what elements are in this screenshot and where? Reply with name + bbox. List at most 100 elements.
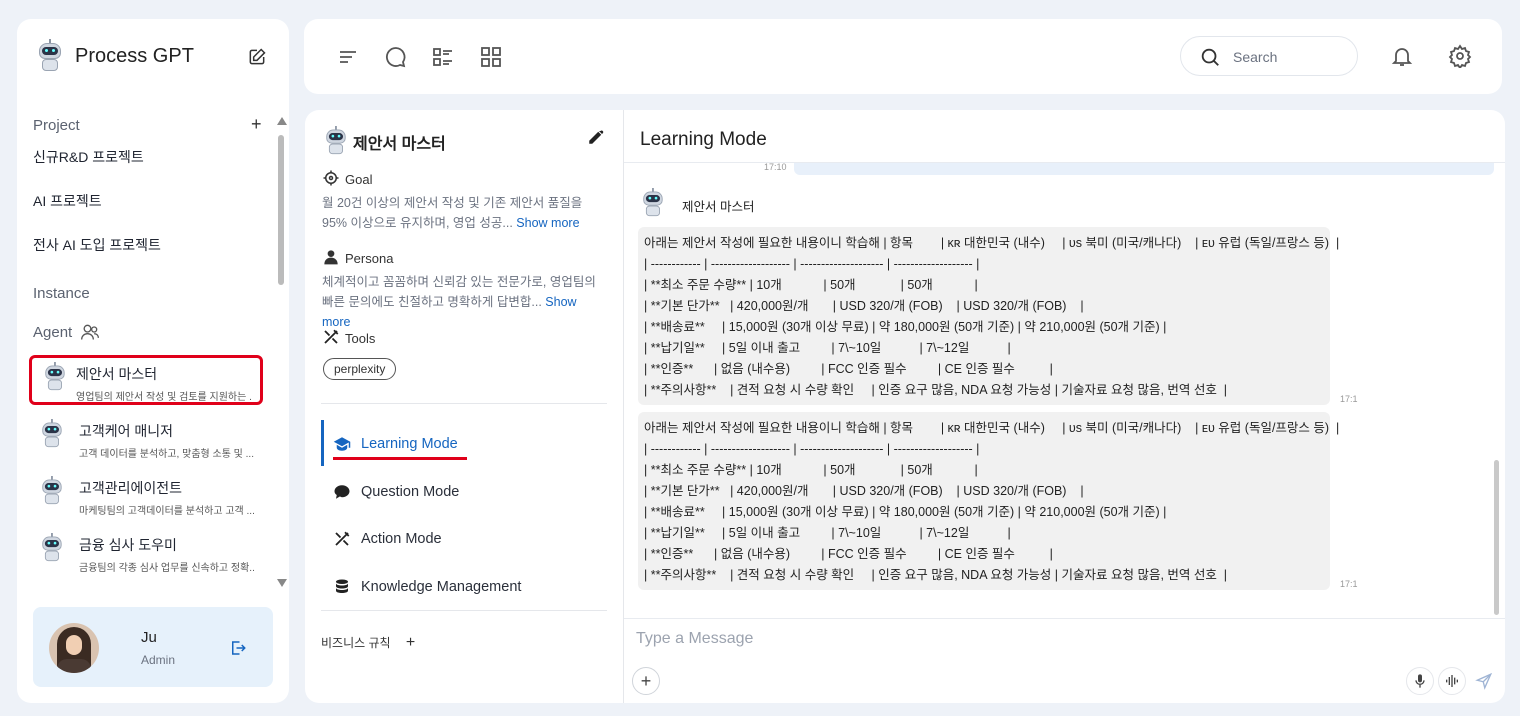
question-mode-label: Question Mode xyxy=(361,484,460,500)
goal-show-more-link[interactable]: Show more xyxy=(516,216,579,230)
microphone-button[interactable] xyxy=(1406,667,1434,695)
send-button[interactable] xyxy=(1470,667,1498,695)
robot-avatar-icon xyxy=(37,533,67,563)
agent-name: 고객관리에이전트 xyxy=(79,480,183,496)
agent-item[interactable]: 고객관리에이전트마케팅팀의 고객데이터를 분석하고 고객 ... xyxy=(29,472,263,522)
robot-avatar-icon xyxy=(40,362,65,392)
bell-icon[interactable] xyxy=(1390,44,1414,68)
sidebar-scrollbar-thumb[interactable] xyxy=(278,135,284,285)
message-input[interactable]: Type a Message xyxy=(636,630,753,648)
app-title: Process GPT xyxy=(75,44,194,67)
message-line: | **배송료** | 15,000원 (30개 이상 무료) | 약 180,… xyxy=(644,320,1167,334)
agent-desc: 마케팅팀의 고객데이터를 분석하고 고객 ... xyxy=(79,506,255,517)
attach-plus-button[interactable]: + xyxy=(632,667,660,695)
sender-name: 제안서 마스터 xyxy=(682,199,755,214)
agent-item[interactable]: 고객케어 매니저고객 데이터를 분석하고, 맞춤형 소통 및 ... xyxy=(29,415,263,465)
scroll-down-arrow-icon[interactable] xyxy=(277,579,287,587)
business-rules-label: 비즈니스 규칙 xyxy=(321,636,391,650)
menu-lines-icon[interactable] xyxy=(336,45,360,69)
red-annotation-underline xyxy=(333,457,467,460)
agent-desc: 고객 데이터를 분석하고, 맞춤형 소통 및 ... xyxy=(79,449,254,460)
agent-item-selected[interactable]: 제안서 마스터영업팀의 제안서 작성 및 검토를 지원하는 ... xyxy=(29,355,263,405)
chat-bubble-icon[interactable] xyxy=(384,45,408,69)
chat-scrollbar-thumb[interactable] xyxy=(1494,460,1499,615)
persona-label: Persona xyxy=(345,251,394,266)
sidebar: Process GPT Project + 신규R&D 프로젝트 AI 프로젝트… xyxy=(17,19,289,703)
list-view-icon[interactable] xyxy=(431,45,455,69)
microphone-icon xyxy=(1415,674,1425,688)
chat-message-bubble: 아래는 제안서 작성에 필요한 내용이니 학습해 | 항목 | ᴋʀ 대한민국 … xyxy=(638,227,1340,405)
message-line: | **주의사항** | 견적 요청 시 수량 확인 | 인증 요구 많음, N… xyxy=(644,383,1228,397)
persona-text: 체계적이고 꼼꼼하며 신뢰감 있는 전문가로, 영업팀의 빠른 문의에도 친절하… xyxy=(322,275,596,329)
learning-mode-label: Learning Mode xyxy=(361,436,458,452)
knowledge-management-label: Knowledge Management xyxy=(361,579,522,595)
divider xyxy=(321,403,607,404)
persona-person-icon xyxy=(324,250,338,265)
gear-icon[interactable] xyxy=(1448,44,1472,68)
top-toolbar: Search xyxy=(304,19,1502,94)
tools-icon xyxy=(335,531,350,546)
grid-view-icon[interactable] xyxy=(479,45,503,69)
message-time: 17:1 xyxy=(1340,394,1358,404)
robot-avatar-icon xyxy=(321,126,351,156)
app-logo[interactable]: Process GPT xyxy=(33,39,194,73)
agent-item[interactable]: 금융 심사 도우미 금융팀의 각종 심사 업무를 신속하고 정확... xyxy=(29,529,263,579)
tools-label: Tools xyxy=(345,331,376,346)
prev-message-bubble xyxy=(794,163,1494,175)
add-rule-plus-icon[interactable]: + xyxy=(406,634,415,651)
agent-title: 제안서 마스터 xyxy=(353,136,446,153)
message-sender: 제안서 마스터 xyxy=(638,188,754,222)
project-item[interactable]: 신규R&D 프로젝트 xyxy=(33,147,144,167)
message-line: | **최소 주문 수량** | 10개 | 50개 | 50개 | xyxy=(644,463,978,477)
goal-text: 월 20건 이상의 제안서 작성 및 기존 제안서 품질을 95% 이상으로 유… xyxy=(322,196,583,230)
tab-action-mode[interactable]: Action Mode xyxy=(333,530,442,548)
user-role: Admin xyxy=(141,653,176,667)
search-placeholder: Search xyxy=(1233,49,1278,65)
divider xyxy=(624,618,1505,619)
tool-chip[interactable]: perplexity xyxy=(323,358,397,380)
speech-bubble-icon xyxy=(334,485,350,499)
plus-icon: + xyxy=(640,670,652,691)
robot-avatar-icon xyxy=(638,188,668,218)
action-mode-label: Action Mode xyxy=(361,531,442,547)
project-item[interactable]: 전사 AI 도입 프로젝트 xyxy=(33,235,161,255)
logout-icon[interactable] xyxy=(229,639,247,657)
scroll-up-arrow-icon[interactable] xyxy=(277,117,287,125)
tools-wrench-icon xyxy=(324,329,339,344)
search-input[interactable]: Search xyxy=(1180,36,1358,76)
user-profile-card: Ju Admin xyxy=(33,607,273,687)
users-icon[interactable] xyxy=(80,322,100,342)
tab-learning-mode[interactable]: Learning Mode xyxy=(333,435,458,453)
agent-name: 제안서 마스터 xyxy=(76,366,158,382)
tab-knowledge-management[interactable]: Knowledge Management xyxy=(333,578,521,596)
voice-waveform-button[interactable] xyxy=(1438,667,1466,695)
message-line: | **배송료** | 15,000원 (30개 이상 무료) | 약 180,… xyxy=(644,505,1167,519)
message-line: | **인증** | 없음 (내수용) | FCC 인증 필수 | CE 인증 … xyxy=(644,362,1053,376)
message-line: 아래는 제안서 작성에 필요한 내용이니 학습해 | 항목 | ᴋʀ 대한민국 … xyxy=(644,421,1340,435)
tab-question-mode[interactable]: Question Mode xyxy=(333,483,459,501)
search-icon xyxy=(1201,48,1219,66)
add-project-plus-icon[interactable]: + xyxy=(251,114,262,135)
project-item[interactable]: AI 프로젝트 xyxy=(33,191,102,211)
new-chat-edit-icon[interactable] xyxy=(247,47,267,67)
message-line: | **납기일** | 5일 이내 출고 | 7\~10일 | 7\~12일 | xyxy=(644,341,1011,355)
message-line: | ------------ | ------------------- | -… xyxy=(644,257,980,271)
send-paper-plane-icon xyxy=(1475,672,1493,690)
message-line: | **기본 단가** | 420,000원/개 | USD 320/개 (FO… xyxy=(644,299,1084,313)
user-avatar[interactable] xyxy=(49,623,99,673)
agent-name: 고객케어 매니저 xyxy=(79,423,174,439)
instance-section-label[interactable]: Instance xyxy=(33,285,90,302)
robot-avatar-icon xyxy=(37,419,67,449)
message-time: 17:1 xyxy=(1340,579,1358,589)
graduation-cap-icon xyxy=(333,437,351,451)
chat-message-bubble: 아래는 제안서 작성에 필요한 내용이니 학습해 | 항목 | ᴋʀ 대한민국 … xyxy=(638,412,1340,590)
agent-name: 금융 심사 도우미 xyxy=(79,537,177,553)
agent-desc: 영업팀의 제안서 작성 및 검토를 지원하는 ... xyxy=(76,392,252,403)
target-goal-icon xyxy=(323,170,339,186)
message-line: | **납기일** | 5일 이내 출고 | 7\~10일 | 7\~12일 | xyxy=(644,526,1011,540)
edit-pencil-icon[interactable] xyxy=(587,128,605,146)
goal-label: Goal xyxy=(345,172,373,187)
message-line: | **인증** | 없음 (내수용) | FCC 인증 필수 | CE 인증 … xyxy=(644,547,1053,561)
message-line: | **주의사항** | 견적 요청 시 수량 확인 | 인증 요구 많음, N… xyxy=(644,568,1228,582)
message-line: 아래는 제안서 작성에 필요한 내용이니 학습해 | 항목 | ᴋʀ 대한민국 … xyxy=(644,236,1340,250)
